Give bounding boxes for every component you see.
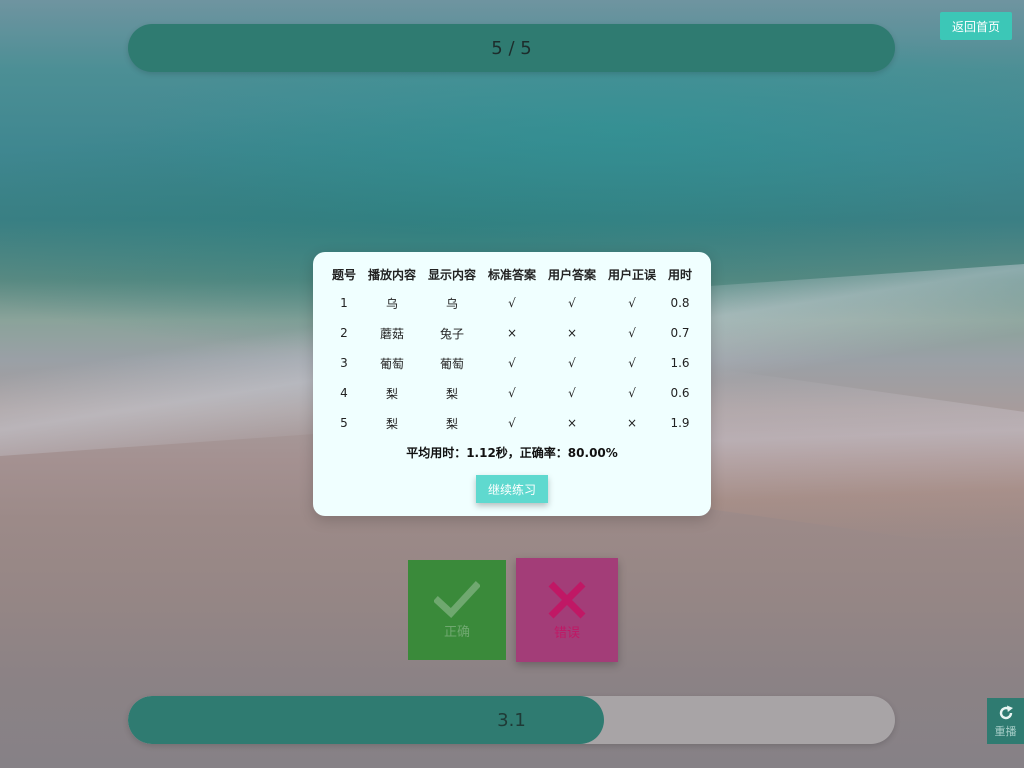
question-progress-bar: 5 / 5: [128, 24, 895, 72]
table-cell: √: [508, 416, 516, 430]
timer-bar: 3.1: [128, 696, 895, 744]
table-cell: 葡萄: [379, 356, 404, 371]
table-cell: 2: [340, 326, 348, 340]
table-row: 5 梨 梨 √ × × 1.9: [326, 408, 698, 438]
table-cell: √: [508, 296, 516, 310]
table-row: 3 葡萄 葡萄 √ √ √ 1.6: [326, 348, 698, 378]
column-header: 用户答案: [548, 267, 597, 282]
table-cell: 乌: [445, 296, 458, 311]
column-header: 播放内容: [367, 267, 416, 282]
table-cell: √: [628, 296, 636, 310]
replay-button[interactable]: 重播: [987, 698, 1024, 744]
table-cell: √: [628, 386, 636, 400]
table-cell: ×: [626, 416, 638, 430]
table-cell: 0.8: [670, 296, 690, 310]
table-cell: √: [568, 296, 576, 310]
cross-icon: [548, 581, 586, 618]
table-cell: 0.7: [670, 326, 690, 340]
table-cell: 兔子: [439, 326, 464, 341]
table-cell: 梨: [445, 416, 458, 431]
table-row: 2 蘑菇 兔子 × × √ 0.7: [326, 318, 698, 348]
correct-label: 正确: [443, 624, 470, 640]
return-home-button[interactable]: 返回首页: [940, 12, 1012, 40]
column-header: 题号: [331, 267, 356, 282]
timer-value: 3.1: [497, 709, 526, 731]
wrong-label: 错误: [553, 625, 580, 641]
continue-practice-button[interactable]: 继续练习: [476, 475, 548, 503]
table-cell: √: [568, 386, 576, 400]
column-header: 显示内容: [427, 267, 476, 282]
check-icon: [434, 580, 480, 618]
table-row: 4 梨 梨 √ √ √ 0.6: [326, 378, 698, 408]
table-cell: 梨: [385, 386, 398, 401]
table-cell: 乌: [385, 296, 398, 311]
table-cell: 5: [340, 416, 348, 430]
table-cell: ×: [566, 326, 578, 340]
refresh-icon: [999, 705, 1013, 719]
table-cell: 1.6: [670, 356, 690, 370]
table-cell: ×: [566, 416, 578, 430]
table-cell: 1: [340, 296, 348, 310]
table-cell: 3: [340, 356, 348, 370]
table-cell: ×: [506, 326, 518, 340]
column-header: 用时: [668, 267, 693, 282]
results-header-row: 题号 播放内容 显示内容 标准答案 用户答案 用户正误 用时: [326, 260, 698, 288]
results-summary: 平均用时：1.12秒，正确率：80.00%: [406, 446, 618, 460]
correct-answer-button[interactable]: 正确: [408, 560, 506, 660]
table-cell: √: [508, 386, 516, 400]
table-cell: 4: [340, 386, 348, 400]
table-cell: 葡萄: [439, 356, 464, 371]
replay-label: 重播: [994, 724, 1017, 738]
table-cell: √: [628, 356, 636, 370]
question-progress-text: 5 / 5: [491, 37, 532, 59]
table-cell: 1.9: [670, 416, 690, 430]
column-header: 用户正误: [608, 267, 657, 282]
results-dialog: 题号 播放内容 显示内容 标准答案 用户答案 用户正误 用时 1 乌 乌 √ √…: [313, 252, 711, 516]
table-row: 1 乌 乌 √ √ √ 0.8: [326, 288, 698, 318]
table-cell: 梨: [445, 386, 458, 401]
table-cell: √: [628, 326, 636, 340]
column-header: 标准答案: [487, 267, 536, 282]
table-cell: √: [568, 356, 576, 370]
table-cell: √: [508, 356, 516, 370]
table-cell: 0.6: [670, 386, 690, 400]
table-cell: 梨: [385, 416, 398, 431]
results-table: 题号 播放内容 显示内容 标准答案 用户答案 用户正误 用时 1 乌 乌 √ √…: [326, 260, 698, 438]
table-cell: 蘑菇: [379, 326, 404, 341]
wrong-answer-button[interactable]: 错误: [516, 558, 618, 662]
